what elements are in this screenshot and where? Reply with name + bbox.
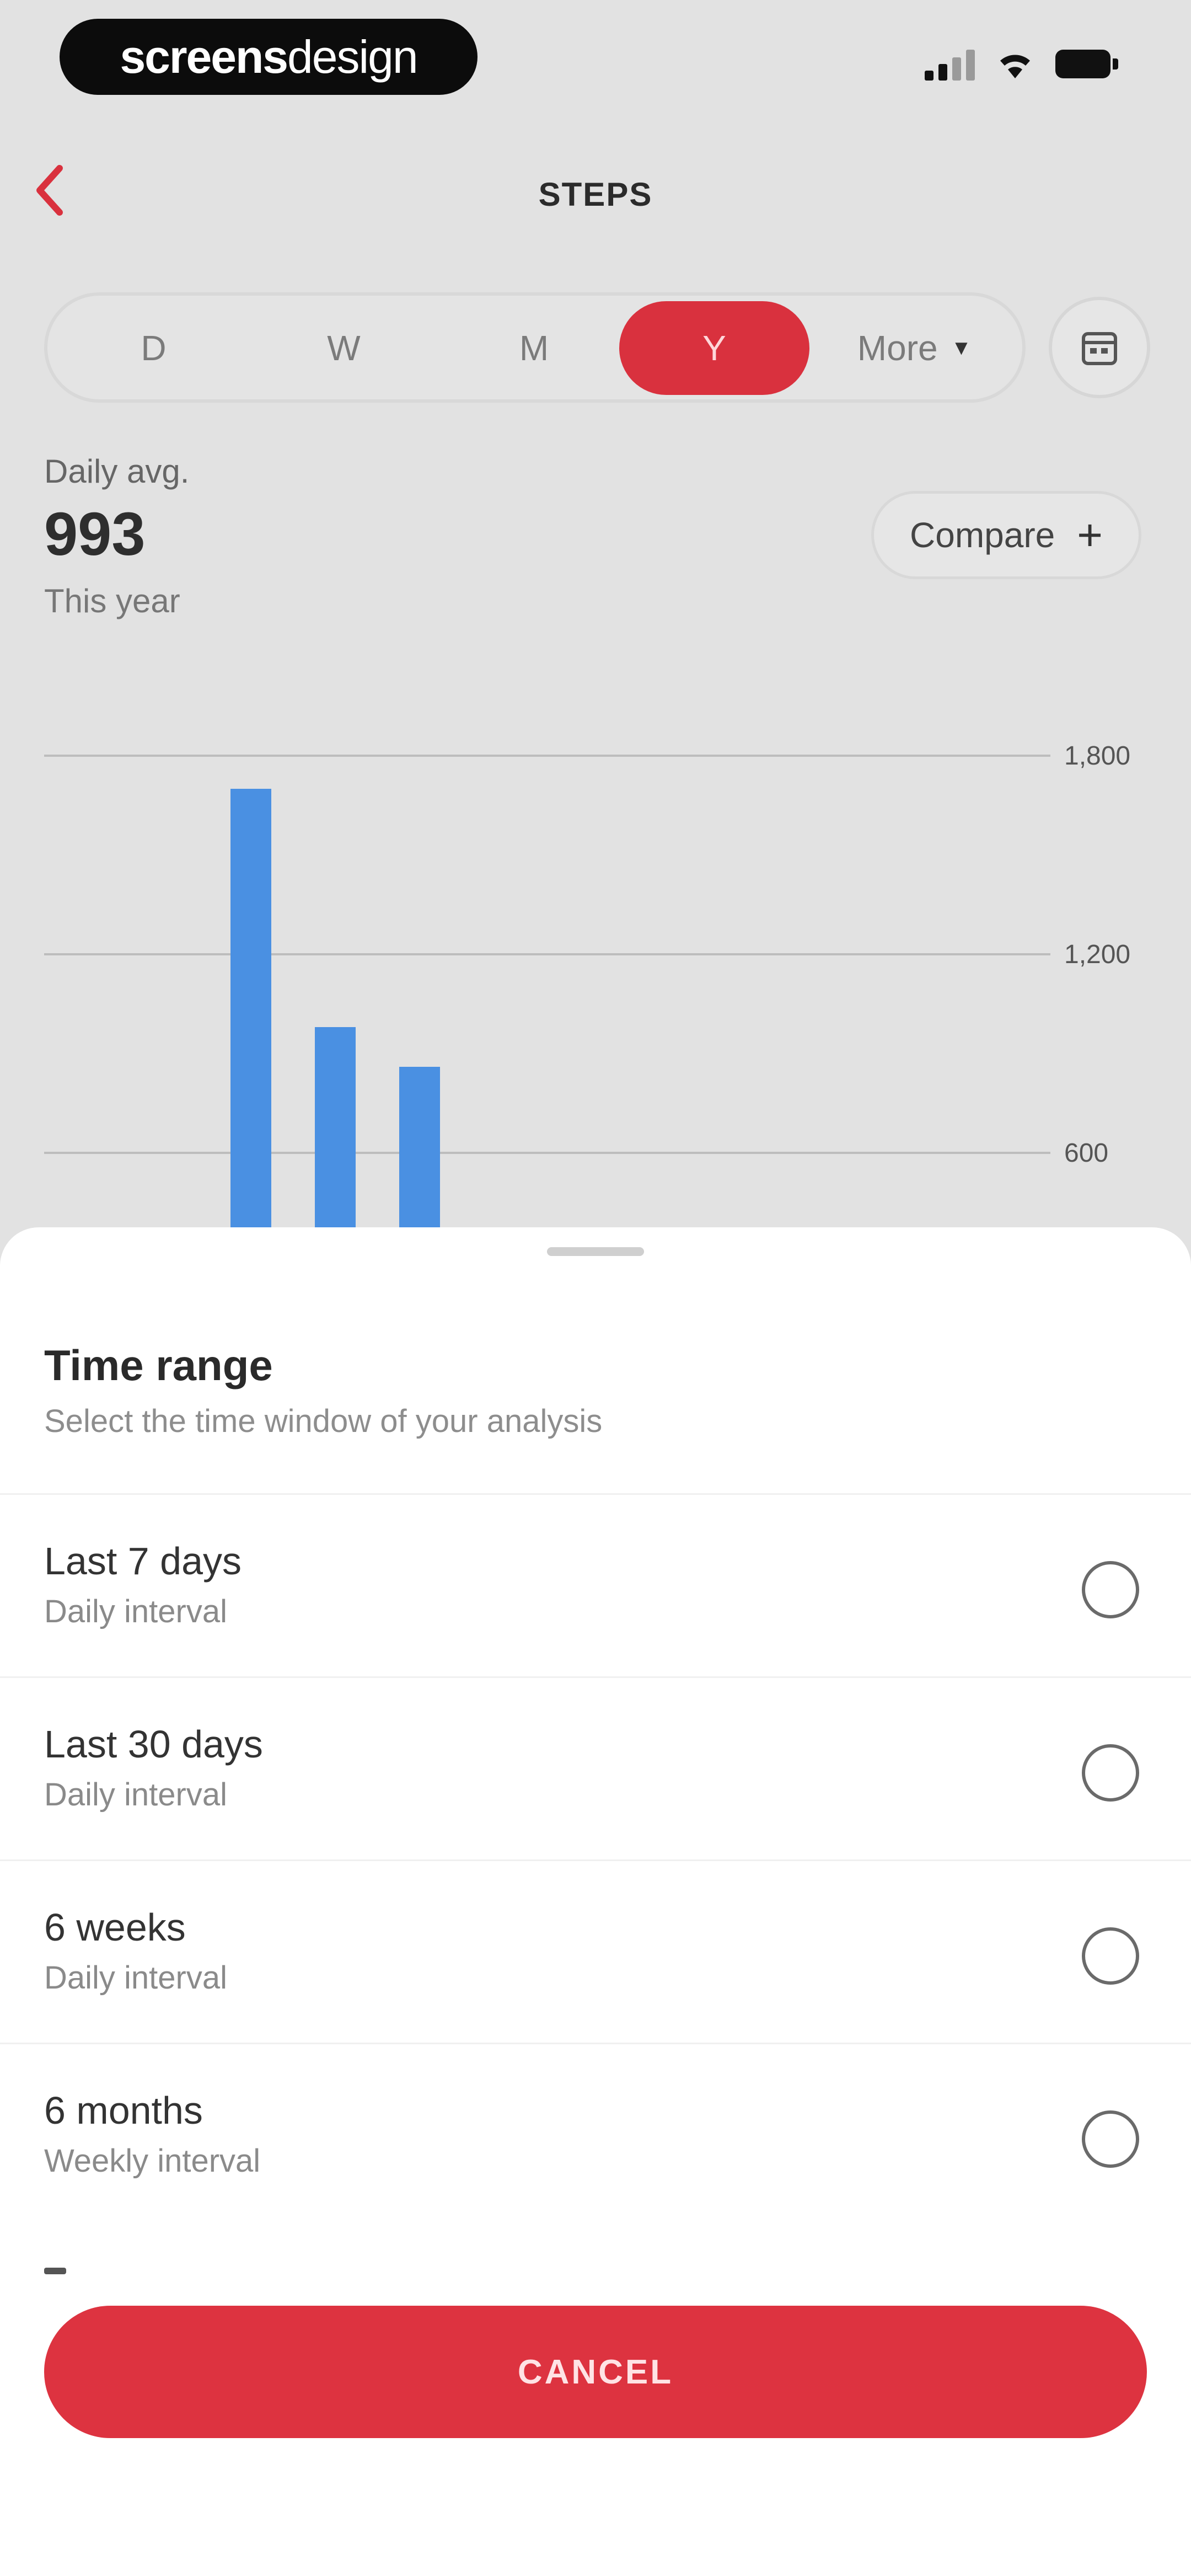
app-screen: screens design STEPS D W M Y More ▼ Dail… (0, 0, 1191, 2576)
tab-day-label: D (141, 328, 167, 368)
tab-week-label: W (327, 328, 361, 368)
option-interval: Daily interval (44, 1594, 227, 1629)
option-interval: Daily interval (44, 1960, 227, 1996)
time-range-option[interactable]: Last 7 days Daily interval (0, 1493, 1191, 1676)
option-label: 6 weeks (44, 1906, 186, 1949)
tab-month-label: M (519, 328, 549, 368)
cancel-button[interactable]: CANCEL (44, 2306, 1147, 2438)
radio-button[interactable] (1082, 1927, 1139, 1985)
partially-hidden-option (44, 2268, 66, 2274)
tab-week[interactable]: W (249, 301, 439, 395)
daily-average-label: Daily avg. (44, 453, 190, 490)
radio-button[interactable] (1082, 1561, 1139, 1618)
option-label: Last 30 days (44, 1723, 263, 1766)
battery-icon (1055, 50, 1119, 78)
daily-average-value: 993 (44, 500, 146, 568)
cancel-label: CANCEL (517, 2353, 674, 2391)
compare-button[interactable]: Compare + (871, 491, 1141, 579)
time-range-sheet: Time range Select the time window of you… (0, 1227, 1191, 2576)
stats-period: This year (44, 582, 180, 619)
tab-more-label: More (857, 328, 938, 368)
brand-text-part1: screens (120, 30, 288, 83)
option-label: 6 months (44, 2089, 203, 2132)
brand-text-part2: design (287, 30, 419, 83)
y-tick-label: 1,800 (1064, 741, 1130, 771)
y-tick-label: 1,200 (1064, 940, 1130, 969)
tab-month[interactable]: M (439, 301, 629, 395)
page-title: STEPS (538, 176, 653, 213)
period-segmented-control: D W M Y More ▼ (44, 292, 1026, 403)
option-label: Last 7 days (44, 1540, 242, 1583)
brand-logo: screens design (60, 19, 478, 95)
status-icons (925, 47, 1119, 81)
radio-button[interactable] (1082, 2110, 1139, 2168)
chart-bar[interactable] (230, 789, 271, 1258)
sheet-title: Time range (44, 1341, 273, 1389)
status-bar: screens design (0, 0, 1191, 127)
tab-more[interactable]: More ▼ (819, 301, 1010, 395)
tab-day[interactable]: D (58, 301, 249, 395)
calendar-button[interactable] (1049, 297, 1150, 398)
time-range-option[interactable]: 6 weeks Daily interval (0, 1859, 1191, 2043)
sheet-drag-handle[interactable] (547, 1247, 644, 1256)
option-interval: Daily interval (44, 1777, 227, 1813)
time-range-option[interactable]: 6 months Weekly interval (0, 2043, 1191, 2226)
tab-year-label: Y (702, 328, 726, 368)
caret-down-icon: ▼ (951, 336, 972, 360)
chart-bar[interactable] (315, 1027, 356, 1258)
y-tick-label: 600 (1064, 1139, 1108, 1168)
plus-icon: + (1077, 510, 1103, 559)
option-interval: Weekly interval (44, 2143, 261, 2179)
radio-button[interactable] (1082, 1744, 1139, 1802)
calendar-icon (1082, 332, 1117, 365)
tab-year[interactable]: Y (619, 301, 809, 395)
cellular-signal-icon (925, 47, 975, 81)
sheet-subtitle: Select the time window of your analysis (44, 1403, 603, 1439)
time-range-option[interactable]: Last 30 days Daily interval (0, 1676, 1191, 1859)
wifi-icon (1000, 55, 1030, 78)
compare-label: Compare (910, 515, 1055, 555)
steps-chart: 1,800 1,200 600 (44, 741, 1130, 1258)
